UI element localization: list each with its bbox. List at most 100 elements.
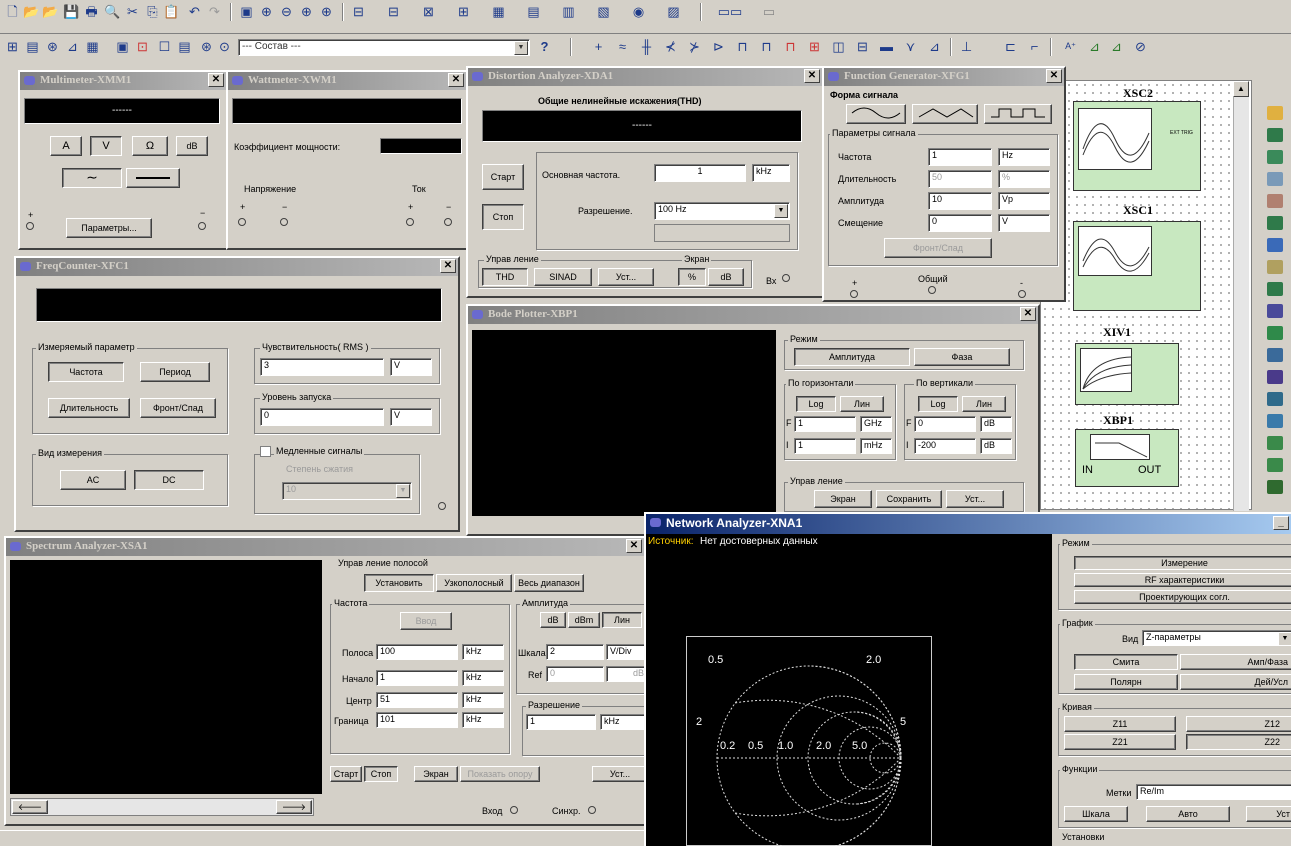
function-generator-tool-icon[interactable]	[1267, 128, 1283, 142]
rise-fall-button[interactable]: Фронт/Спад	[884, 238, 992, 258]
percent-button[interactable]: %	[678, 268, 706, 286]
measurement-probe-tool-icon[interactable]	[1267, 436, 1283, 450]
electromech-icon[interactable]: ⋎	[902, 38, 919, 55]
horizontal-final-unit[interactable]: GHz	[860, 416, 892, 432]
rf-icon[interactable]: ▬	[878, 38, 895, 55]
thd-button[interactable]: THD	[482, 268, 528, 286]
duty-cycle-unit[interactable]: %	[998, 170, 1050, 188]
word-generator-tool-icon[interactable]	[1267, 260, 1283, 274]
mcu-icon[interactable]: ▧	[595, 3, 612, 20]
voltage-negative-terminal[interactable]	[280, 218, 288, 226]
mode-button-ohm[interactable]: Ω	[132, 136, 168, 156]
probe-icon[interactable]: ⊘	[1132, 38, 1149, 55]
bus-icon[interactable]: ⊥	[958, 38, 975, 55]
offset-input[interactable]: 0	[928, 214, 992, 232]
dc-button[interactable]	[126, 168, 180, 188]
voltage-positive-terminal[interactable]	[238, 218, 246, 226]
minimize-icon[interactable]: _	[1273, 516, 1289, 530]
frequency-input[interactable]: 1	[928, 148, 992, 166]
labview-tool-icon[interactable]	[1267, 480, 1283, 494]
measurement-button[interactable]: Измерение	[1074, 556, 1291, 570]
text-icon[interactable]: A⁺	[1062, 38, 1079, 55]
close-icon[interactable]: ✕	[1020, 307, 1036, 321]
xiv1-iv-analyzer[interactable]	[1075, 343, 1179, 405]
phase-button[interactable]: Фаза	[914, 348, 1010, 366]
bode-tool-icon[interactable]	[1267, 216, 1283, 230]
rise-fall-button[interactable]: Фронт/Спад	[140, 398, 216, 418]
start-freq-unit[interactable]: kHz	[462, 670, 504, 686]
diode-icon[interactable]: ⊠	[420, 3, 437, 20]
settings-button[interactable]: Уст...	[598, 268, 654, 286]
grapher-icon[interactable]: ▦	[84, 38, 101, 55]
source-component-icon[interactable]: +	[590, 38, 607, 55]
frequency-button[interactable]: Частота	[48, 362, 124, 382]
rf-characterizer-button[interactable]: RF характеристики	[1074, 573, 1291, 587]
zoom-area-icon[interactable]: ⊕	[298, 3, 315, 20]
scroll-right-button[interactable]: 🡒	[276, 800, 312, 814]
mode-button-a[interactable]: A	[50, 136, 82, 156]
redo-icon[interactable]: ↷	[206, 3, 223, 20]
match-net-designer-button[interactable]: Проектирующих согл.	[1074, 590, 1291, 604]
iv-analyzer-tool-icon[interactable]	[1267, 326, 1283, 340]
full-screen-icon[interactable]: ▣	[238, 3, 255, 20]
ref-unit[interactable]: dB	[606, 666, 648, 682]
trigger-terminal[interactable]	[588, 806, 596, 814]
scale-input[interactable]: 2	[546, 644, 604, 660]
spreadsheet-icon[interactable]: ▤	[24, 38, 41, 55]
dc-coupling-button[interactable]: DC	[134, 470, 204, 490]
set-up-button[interactable]: Уст	[1246, 806, 1291, 822]
connector-icon[interactable]: ⌐	[1026, 38, 1043, 55]
indicator-component-icon[interactable]: ◫	[830, 38, 847, 55]
horizontal-final-input[interactable]: 1	[794, 416, 856, 432]
opamp-icon[interactable]: ⊳	[710, 38, 727, 55]
z22-button[interactable]: Z22	[1186, 734, 1291, 750]
multimeter-titlebar[interactable]: Multimeter-XMM1 ✕	[20, 72, 226, 90]
start-button[interactable]: Старт	[330, 766, 362, 782]
vertical-initial-unit[interactable]: dB	[980, 438, 1012, 454]
hierarchical-icon[interactable]: ⊏	[1002, 38, 1019, 55]
funcgen-titlebar[interactable]: Function Generator-XFG1 ✕	[824, 68, 1064, 86]
pulse-duration-button[interactable]: Длительность	[48, 398, 130, 418]
postprocessor-icon[interactable]: ⊿	[64, 38, 81, 55]
horizontal-initial-unit[interactable]: mHz	[860, 438, 892, 454]
distortion-tool-icon[interactable]	[1267, 348, 1283, 362]
current-negative-terminal[interactable]	[444, 218, 452, 226]
degree-select[interactable]: 10	[282, 482, 412, 500]
close-icon[interactable]: ✕	[448, 73, 464, 87]
misc-component-icon[interactable]: ⊟	[854, 38, 871, 55]
cmos-component-icon[interactable]: ⊓	[758, 38, 775, 55]
wattmeter-titlebar[interactable]: Wattmeter-XWM1 ✕	[228, 72, 466, 90]
vertical-scrollbar[interactable]	[1233, 81, 1249, 511]
frequency-unit[interactable]: Hz	[998, 148, 1050, 166]
input-terminal[interactable]	[782, 274, 790, 282]
triangle-wave-button[interactable]	[912, 104, 978, 124]
simulation-switch-icon[interactable]: ▭	[752, 3, 786, 20]
zero-span-button[interactable]: Узкополосный	[436, 574, 512, 592]
amplitude-unit[interactable]: Vp	[998, 192, 1050, 210]
horizontal-log-button[interactable]: Log	[796, 396, 836, 412]
network-titlebar[interactable]: Network Analyzer-XNA1 _	[646, 514, 1291, 534]
start-freq-input[interactable]: 1	[376, 670, 458, 686]
start-button[interactable]: Старт	[482, 164, 524, 190]
sinad-button[interactable]: SINAD	[534, 268, 592, 286]
span-unit[interactable]: kHz	[462, 644, 504, 660]
mode-button-v[interactable]: V	[90, 136, 122, 156]
capacitor-icon[interactable]: ╫	[638, 38, 655, 55]
period-button[interactable]: Период	[140, 362, 210, 382]
multimeter-tool-icon[interactable]	[1267, 106, 1283, 120]
save-icon[interactable]: 💾	[63, 3, 80, 20]
network-tool-icon[interactable]	[1267, 392, 1283, 406]
common-terminal[interactable]	[928, 286, 936, 294]
undo-icon[interactable]: ↶	[186, 3, 203, 20]
offset-unit[interactable]: V	[998, 214, 1050, 232]
zoom-out-icon[interactable]: ⊖	[278, 3, 295, 20]
mode-button-db[interactable]: dB	[176, 136, 208, 156]
spectrum-titlebar[interactable]: Spectrum Analyzer-XSA1 ✕	[6, 538, 650, 556]
paste-icon[interactable]: 📋	[163, 3, 180, 20]
trigger-level-unit[interactable]: V	[390, 408, 432, 426]
full-span-button[interactable]: Весь диапазон	[514, 574, 584, 592]
center-freq-input[interactable]: 51	[376, 692, 458, 708]
sine-wave-button[interactable]	[846, 104, 906, 124]
resolution-input[interactable]: 1	[526, 714, 596, 730]
open-icon[interactable]: 📂	[23, 3, 40, 20]
